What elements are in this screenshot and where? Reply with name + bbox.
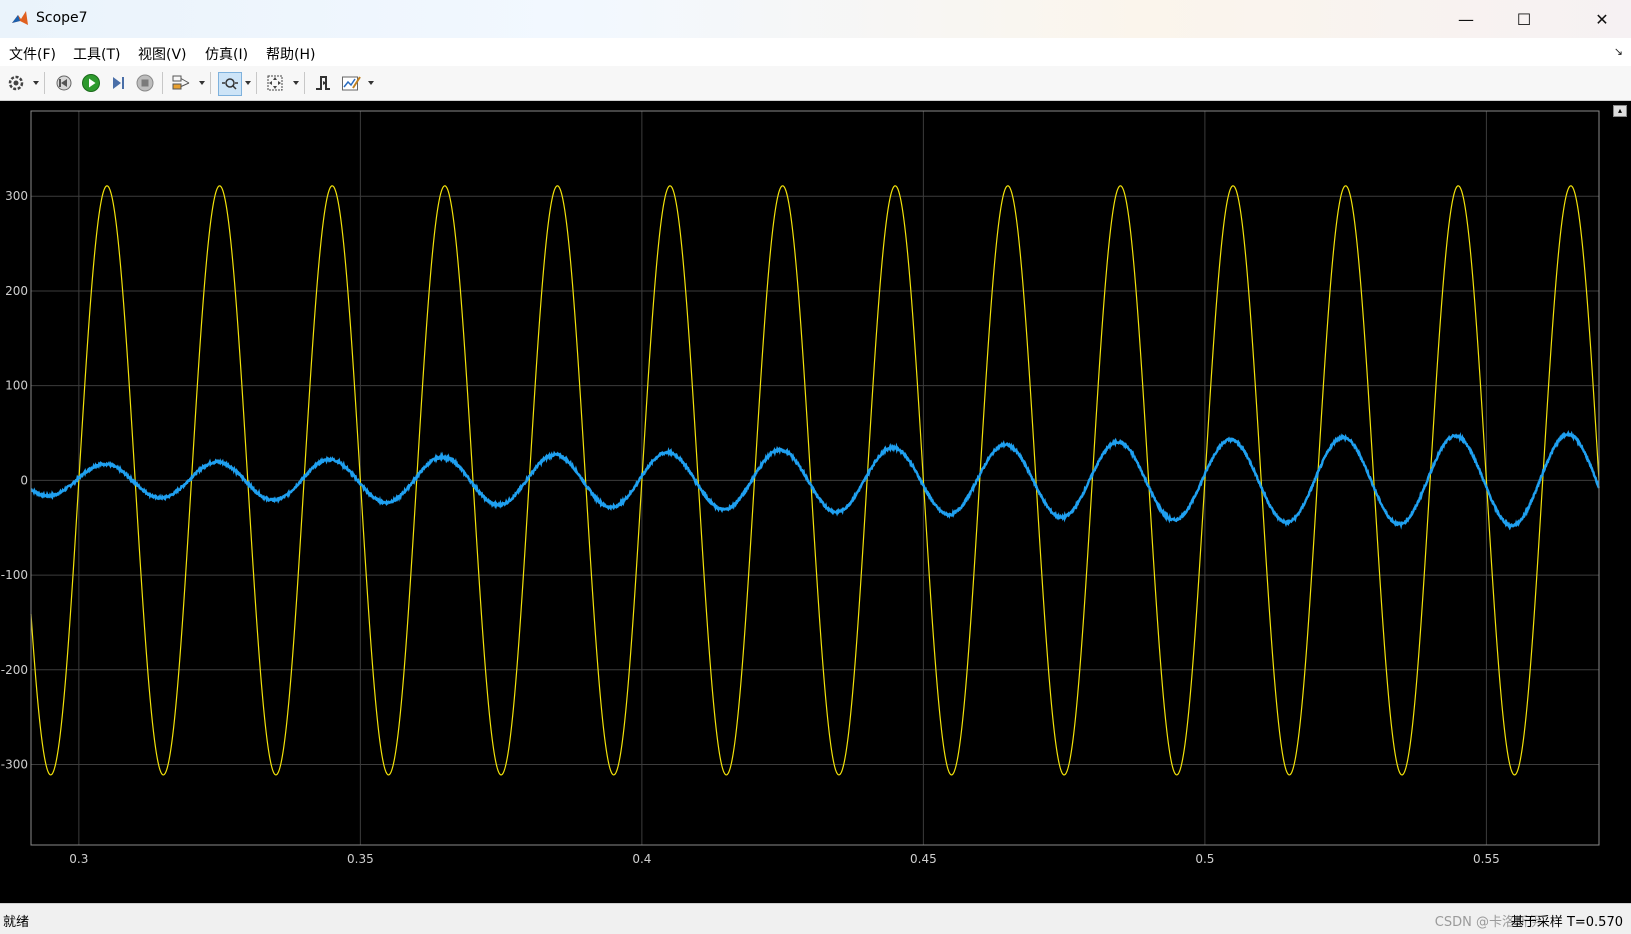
y-tick-label: 300	[5, 189, 28, 203]
toolbar-separator	[44, 72, 45, 94]
toolbar-separator	[304, 72, 305, 94]
close-icon: ✕	[1595, 9, 1609, 29]
autoscale-dropdown-arrow[interactable]	[293, 81, 299, 85]
run-icon	[82, 74, 100, 92]
maximize-icon: ☐	[1516, 9, 1532, 29]
x-tick-label: 0.5	[1195, 852, 1214, 866]
dock-icon[interactable]: ↘	[1614, 45, 1623, 58]
expand-icon: ▴	[1617, 106, 1622, 115]
menu-simulation[interactable]: 仿真(I)	[205, 44, 248, 64]
maximize-button[interactable]: ☐	[1495, 0, 1553, 38]
style-icon	[342, 76, 361, 91]
minimize-button[interactable]: —	[1437, 0, 1495, 38]
sample-time-readout: 基于采样 T=0.570	[1510, 915, 1623, 930]
x-tick-label: 0.45	[910, 852, 937, 866]
x-tick-label: 0.3	[69, 852, 88, 866]
settings-icon	[8, 75, 24, 91]
toolbar-separator	[210, 72, 211, 94]
zoom-button[interactable]	[218, 72, 242, 96]
stop-icon	[136, 74, 154, 92]
x-tick-label: 0.4	[632, 852, 651, 866]
x-tick-label: 0.55	[1473, 852, 1500, 866]
scope-chart: 0.3 0.35 0.4 0.45 0.5 0.55 300 200 100 0 -100 -200 -…	[1, 110, 1601, 866]
triggers-button[interactable]	[312, 72, 334, 94]
y-tick-label: -300	[1, 757, 28, 771]
zoom-dropdown-arrow[interactable]	[245, 81, 251, 85]
x-tick-label: 0.35	[347, 852, 374, 866]
triggers-icon	[316, 76, 330, 90]
run-button[interactable]	[80, 72, 102, 94]
toolbar	[0, 66, 1631, 101]
status-bar: 就绪 CSDN @卡洛斯伊 基于采样 T=0.570	[0, 903, 1631, 934]
signal-dropdown-arrow[interactable]	[199, 81, 205, 85]
signal-selector-icon	[172, 75, 190, 90]
window-title: Scope7	[36, 10, 88, 26]
scope-display[interactable]: 0.3 0.35 0.4 0.45 0.5 0.55 300 200 100 0 -100 -200 -…	[0, 101, 1631, 903]
close-button[interactable]: ✕	[1573, 0, 1631, 38]
matlab-logo-icon	[12, 11, 28, 25]
y-tick-label: 200	[5, 284, 28, 298]
settings-dropdown-arrow[interactable]	[33, 81, 39, 85]
style-button[interactable]	[340, 72, 362, 94]
toolbar-separator	[162, 72, 163, 94]
settings-button[interactable]	[5, 72, 27, 94]
status-text: 就绪	[3, 915, 30, 930]
zoom-icon	[222, 78, 238, 90]
step-forward-button[interactable]	[107, 72, 129, 94]
menu-view[interactable]: 视图(V)	[138, 44, 187, 64]
menu-bar: 文件(F) 工具(T) 视图(V) 仿真(I) 帮助(H) ↘	[0, 38, 1631, 67]
stop-button[interactable]	[134, 72, 156, 94]
minimize-icon: —	[1458, 9, 1474, 29]
menu-file[interactable]: 文件(F)	[9, 44, 56, 64]
y-tick-label: -100	[1, 568, 28, 582]
expand-axes-button[interactable]: ▴	[1613, 105, 1627, 117]
y-tick-label: 100	[5, 379, 28, 393]
step-back-button[interactable]	[53, 72, 75, 94]
style-dropdown-arrow[interactable]	[368, 81, 374, 85]
toolbar-separator	[256, 72, 257, 94]
menu-tools[interactable]: 工具(T)	[73, 44, 120, 64]
title-bar: Scope7 — ☐ ✕	[0, 0, 1631, 38]
menu-help[interactable]: 帮助(H)	[266, 44, 315, 64]
y-tick-label: -200	[1, 663, 28, 677]
signal-selector-button[interactable]	[170, 72, 192, 94]
autoscale-button[interactable]	[264, 72, 286, 94]
y-tick-label: 0	[20, 473, 28, 487]
step-forward-icon	[113, 77, 124, 89]
step-back-icon	[56, 75, 72, 91]
autoscale-icon	[267, 75, 283, 91]
